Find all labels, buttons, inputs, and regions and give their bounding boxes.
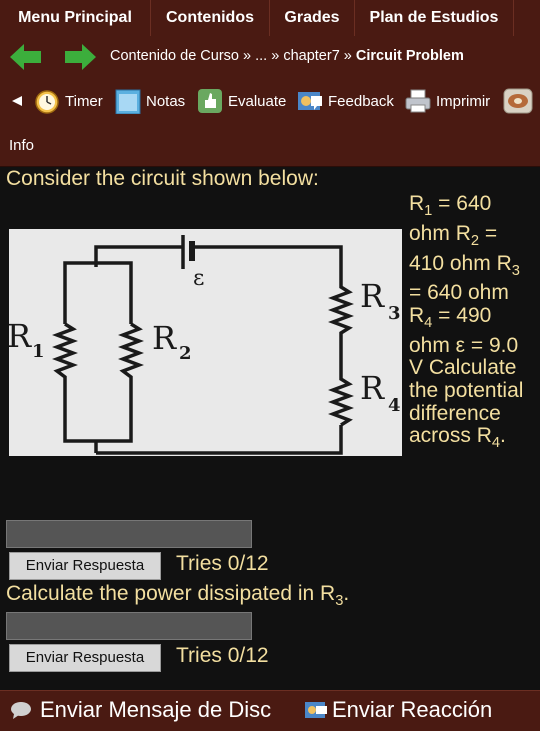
imprimir-label: Imprimir bbox=[436, 92, 491, 110]
breadcrumb: Contenido de Curso » ... » chapter7 » Ci… bbox=[110, 48, 464, 64]
circuit-diagram: ε R 1 R 2 R 3 R 4 bbox=[9, 235, 401, 455]
feedback-icon bbox=[298, 92, 322, 110]
evaluate-icon bbox=[198, 89, 222, 113]
r3-subscript: 3 bbox=[388, 303, 401, 324]
r-subscript: 2 bbox=[470, 232, 480, 249]
notepad-icon bbox=[115, 89, 141, 114]
send-discussion-button[interactable]: Enviar Mensaje de Disc bbox=[10, 697, 271, 723]
top-nav: Menu Principal Contenidos Grades Plan de… bbox=[0, 0, 540, 37]
feedback-send-icon bbox=[305, 702, 327, 718]
r4-label: R bbox=[360, 369, 385, 407]
breadcrumb-current: Circuit Problem bbox=[355, 48, 464, 64]
tab-contenidos[interactable]: Contenidos bbox=[151, 0, 270, 36]
r-subscript: 4 bbox=[491, 435, 501, 452]
tab-menu-principal[interactable]: Menu Principal bbox=[0, 0, 151, 36]
timer-button[interactable]: Timer bbox=[34, 86, 103, 116]
send-feedback-label: Enviar Reacción bbox=[332, 697, 493, 722]
r-symbol: R bbox=[455, 221, 471, 245]
r3-label: R bbox=[360, 277, 385, 315]
emf-label: ε bbox=[193, 266, 204, 291]
evaluate-label: Evaluate bbox=[228, 92, 287, 110]
imprimir-button[interactable]: Imprimir bbox=[405, 86, 490, 116]
circuit-values-text: R1 = 640 ohm R2 = 410 ohm R3 = 640 ohm R… bbox=[409, 192, 537, 455]
info-link[interactable]: Info bbox=[9, 137, 34, 154]
submit-answer-button-2[interactable]: Enviar Respuesta bbox=[9, 644, 161, 672]
notas-label: Notas bbox=[146, 92, 186, 110]
clock-icon bbox=[35, 90, 59, 114]
tries-counter-1: Tries 0/12 bbox=[176, 552, 269, 575]
scroll-left-icon[interactable] bbox=[12, 96, 22, 106]
back-arrow-icon[interactable] bbox=[10, 44, 42, 70]
r-symbol: R bbox=[409, 192, 425, 215]
breadcrumb-chapter[interactable]: chapter7 bbox=[283, 48, 339, 64]
question-2-end: . bbox=[343, 582, 350, 605]
tab-plan-de-estudios[interactable]: Plan de Estudios bbox=[355, 0, 514, 36]
tries-counter-2: Tries 0/12 bbox=[176, 644, 269, 667]
tab-grades[interactable]: Grades bbox=[270, 0, 355, 36]
submit-answer-button-1[interactable]: Enviar Respuesta bbox=[9, 552, 161, 580]
more-tools-icon[interactable] bbox=[503, 88, 533, 114]
send-discussion-label: Enviar Mensaje de Disc bbox=[40, 697, 272, 722]
r1-subscript: 1 bbox=[32, 341, 45, 362]
question-2: Calculate the power dissipated in R3. bbox=[6, 582, 349, 609]
r1-label: R bbox=[9, 317, 32, 355]
breadcrumb-root[interactable]: Contenido de Curso bbox=[110, 48, 239, 64]
send-feedback-button[interactable]: Enviar Reacción bbox=[304, 697, 492, 723]
message-icon bbox=[11, 702, 31, 719]
question-intro: Consider the circuit shown below: bbox=[6, 167, 319, 190]
breadcrumb-sep: » ... » bbox=[238, 48, 284, 64]
info-bar bbox=[0, 126, 540, 167]
circuit-figure: ε R 1 R 2 R 3 R 4 bbox=[9, 229, 402, 456]
r4-subscript: 4 bbox=[388, 395, 401, 416]
r2-subscript: 2 bbox=[179, 343, 192, 364]
r3-value: = 640 ohm bbox=[409, 281, 509, 305]
feedback-button[interactable]: Feedback bbox=[297, 86, 394, 116]
notas-button[interactable]: Notas bbox=[115, 86, 185, 116]
forward-arrow-icon[interactable] bbox=[64, 44, 96, 70]
r-subscript: 3 bbox=[511, 262, 520, 279]
evaluate-button[interactable]: Evaluate bbox=[197, 86, 286, 116]
r-symbol: R bbox=[409, 303, 425, 327]
timer-label: Timer bbox=[65, 92, 103, 110]
question-2-text: Calculate the power dissipated in R bbox=[6, 582, 336, 605]
printer-icon bbox=[405, 89, 431, 113]
question-end: . bbox=[500, 424, 506, 448]
answer-input-2[interactable] bbox=[6, 612, 252, 640]
r-symbol: R bbox=[496, 251, 512, 275]
r-symbol: R bbox=[476, 424, 492, 448]
breadcrumb-sep: » bbox=[339, 48, 356, 64]
feedback-label: Feedback bbox=[328, 92, 394, 110]
answer-input-1[interactable] bbox=[6, 520, 252, 548]
r2-label: R bbox=[152, 319, 177, 357]
